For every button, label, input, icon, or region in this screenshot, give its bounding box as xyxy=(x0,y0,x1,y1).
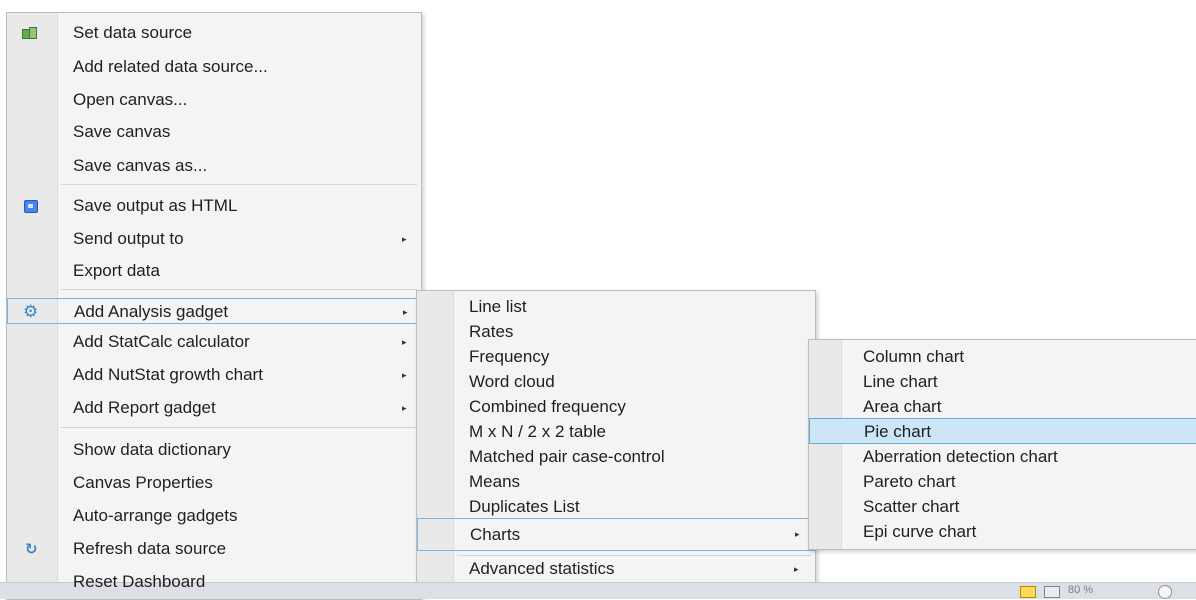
menu-item-add-related-data-source[interactable]: Add related data source... xyxy=(7,54,421,80)
menu-item-label: Column chart xyxy=(863,347,965,366)
menu-item-label: Area chart xyxy=(863,397,942,416)
submenu-arrow-icon: ▸ xyxy=(794,564,799,574)
menu-item-label: Add Report gadget xyxy=(73,398,216,417)
submenu-arrow-icon: ▸ xyxy=(402,234,407,244)
menu-item-label: Save canvas as... xyxy=(73,156,208,175)
menu-item-label: Word cloud xyxy=(469,372,555,391)
menu-item-send-output-to[interactable]: Send output to ▸ xyxy=(7,226,421,252)
menu-item-label: Canvas Properties xyxy=(73,473,213,492)
chart-item-aberration-detection[interactable]: Aberration detection chart xyxy=(809,444,1196,470)
menu-item-set-data-source[interactable]: Set data source xyxy=(7,20,421,46)
menu-item-auto-arrange-gadgets[interactable]: Auto-arrange gadgets xyxy=(7,503,421,529)
menu-item-label: Refresh data source xyxy=(73,539,227,558)
menu-item-label: Save output as HTML xyxy=(73,196,238,215)
submenu-item-frequency[interactable]: Frequency xyxy=(417,344,815,370)
menu-item-label: Auto-arrange gadgets xyxy=(73,506,238,525)
chart-item-area[interactable]: Area chart xyxy=(809,394,1196,420)
menu-separator xyxy=(61,427,417,428)
menu-item-save-canvas[interactable]: Save canvas xyxy=(7,119,421,145)
submenu-arrow-icon: ▸ xyxy=(402,337,407,347)
gear-icon: ⚙ xyxy=(23,302,39,321)
submenu-item-means[interactable]: Means xyxy=(417,469,815,495)
chart-item-epi-curve[interactable]: Epi curve chart xyxy=(809,519,1196,545)
menu-separator xyxy=(61,184,417,185)
menu-item-label: Add Analysis gadget xyxy=(74,302,229,321)
chart-item-pareto[interactable]: Pareto chart xyxy=(809,469,1196,495)
submenu-item-rates[interactable]: Rates xyxy=(417,319,815,345)
menu-item-label: Pareto chart xyxy=(863,472,956,491)
menu-item-label: Export data xyxy=(73,261,160,280)
menu-item-label: Set data source xyxy=(73,23,193,42)
menu-item-label: Frequency xyxy=(469,347,550,366)
submenu-item-duplicates-list[interactable]: Duplicates List xyxy=(417,494,815,520)
layout-view-icon[interactable] xyxy=(1044,586,1060,598)
menu-item-label: Duplicates List xyxy=(469,497,580,516)
analysis-gadget-submenu: Line list Rates Frequency Word cloud Com… xyxy=(416,290,816,591)
charts-submenu: Column chart Line chart Area chart Pie c… xyxy=(808,339,1196,550)
menu-item-label: Epi curve chart xyxy=(863,522,977,541)
menu-item-label: M x N / 2 x 2 table xyxy=(469,422,606,441)
submenu-arrow-icon: ▸ xyxy=(795,529,800,539)
submenu-arrow-icon: ▸ xyxy=(403,307,408,317)
submenu-arrow-icon: ▸ xyxy=(402,403,407,413)
menu-separator xyxy=(61,289,417,290)
menu-item-label: Send output to xyxy=(73,229,184,248)
submenu-item-advanced-statistics[interactable]: Advanced statistics ▸ xyxy=(417,556,815,582)
menu-item-label: Pie chart xyxy=(864,422,932,441)
data-source-icon xyxy=(22,27,37,39)
refresh-icon: ↻ xyxy=(25,541,38,558)
menu-item-save-canvas-as[interactable]: Save canvas as... xyxy=(7,153,421,179)
menu-item-label: Scatter chart xyxy=(863,497,960,516)
html-icon xyxy=(24,200,38,213)
menu-item-label: Line chart xyxy=(863,372,938,391)
menu-item-label: Aberration detection chart xyxy=(863,447,1058,466)
menu-item-label: Advanced statistics xyxy=(469,559,615,578)
submenu-item-matched-pair[interactable]: Matched pair case-control xyxy=(417,444,815,470)
menu-item-label: Add StatCalc calculator xyxy=(73,332,250,351)
menu-item-add-report-gadget[interactable]: Add Report gadget ▸ xyxy=(7,395,421,421)
dashboard-context-menu: Set data source Add related data source.… xyxy=(6,12,422,600)
menu-item-show-data-dictionary[interactable]: Show data dictionary xyxy=(7,437,421,463)
menu-item-label: Charts xyxy=(470,525,521,544)
menu-item-add-statcalc-calculator[interactable]: Add StatCalc calculator ▸ xyxy=(7,329,421,355)
menu-item-refresh-data-source[interactable]: ↻ Refresh data source xyxy=(7,536,421,562)
menu-item-label: Save canvas xyxy=(73,122,171,141)
chart-item-pie[interactable]: Pie chart xyxy=(809,418,1196,444)
menu-item-label: Matched pair case-control xyxy=(469,447,665,466)
menu-item-add-nutstat-growth-chart[interactable]: Add NutStat growth chart ▸ xyxy=(7,362,421,388)
chart-item-column[interactable]: Column chart xyxy=(809,344,1196,370)
menu-item-label: Open canvas... xyxy=(73,90,188,109)
menu-item-label: Means xyxy=(469,472,521,491)
menu-item-save-output-html[interactable]: Save output as HTML xyxy=(7,193,421,219)
menu-item-export-data[interactable]: Export data xyxy=(7,258,421,284)
menu-item-label: Rates xyxy=(469,322,514,341)
page-view-icon[interactable] xyxy=(1020,586,1036,598)
menu-item-open-canvas[interactable]: Open canvas... xyxy=(7,87,421,113)
menu-item-label: Line list xyxy=(469,297,527,316)
menu-item-add-analysis-gadget[interactable]: ⚙ Add Analysis gadget ▸ xyxy=(7,298,421,324)
submenu-item-charts[interactable]: Charts ▸ xyxy=(417,518,815,551)
zoom-reset-icon[interactable] xyxy=(1158,585,1172,599)
submenu-item-mxn-table[interactable]: M x N / 2 x 2 table xyxy=(417,419,815,445)
zoom-level: 80 % xyxy=(1068,584,1094,596)
menu-item-label: Combined frequency xyxy=(469,397,626,416)
chart-item-line[interactable]: Line chart xyxy=(809,369,1196,395)
submenu-item-line-list[interactable]: Line list xyxy=(417,294,815,320)
submenu-item-word-cloud[interactable]: Word cloud xyxy=(417,369,815,395)
submenu-arrow-icon: ▸ xyxy=(402,370,407,380)
menu-item-label: Add NutStat growth chart xyxy=(73,365,263,384)
submenu-item-combined-frequency[interactable]: Combined frequency xyxy=(417,394,815,420)
chart-item-scatter[interactable]: Scatter chart xyxy=(809,494,1196,520)
menu-item-canvas-properties[interactable]: Canvas Properties xyxy=(7,470,421,496)
menu-item-label: Show data dictionary xyxy=(73,440,231,459)
menu-item-label: Add related data source... xyxy=(73,57,268,76)
menu-item-label: Reset Dashboard xyxy=(73,572,206,591)
